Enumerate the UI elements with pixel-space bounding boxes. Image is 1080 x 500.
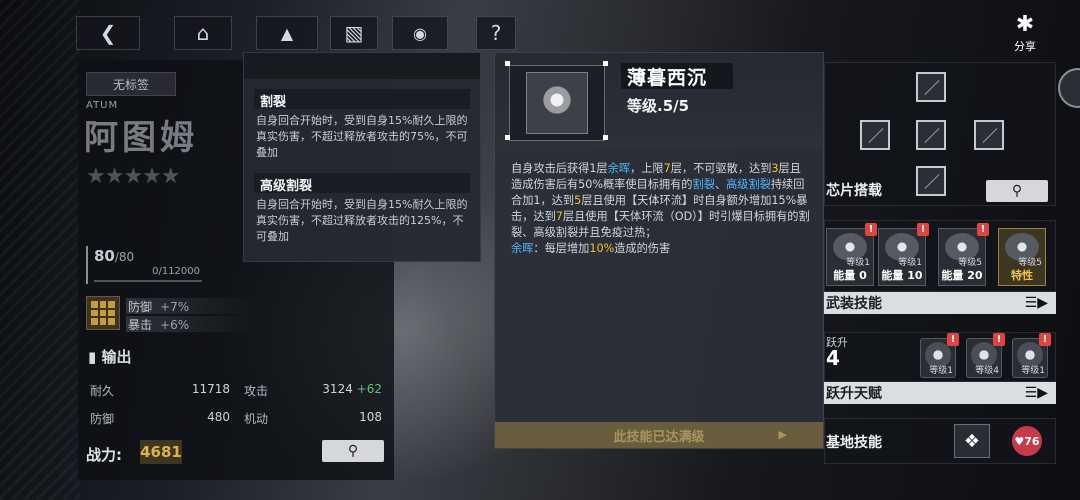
stat-mobility: 机动 108 <box>244 410 382 426</box>
character-name: 阿图姆 <box>84 118 198 158</box>
star-rating: ★★★★★ <box>86 164 181 189</box>
chip-slot[interactable] <box>916 120 946 150</box>
level-max: /80 <box>114 250 135 264</box>
stats-detail-button[interactable]: ⚲ <box>322 440 384 462</box>
talent-2[interactable]: ! 等级4 <box>966 333 1005 378</box>
share-label: 分享 <box>1014 40 1036 53</box>
equip-skill-4[interactable]: 等级5 特性 <box>998 228 1046 286</box>
help-button[interactable]: ? <box>476 16 516 50</box>
list-arrow-icon: ☰▶ <box>1024 385 1048 401</box>
share-icon: ✱ <box>1015 12 1035 37</box>
chip-slot[interactable] <box>916 72 946 102</box>
power-label: 战力: <box>86 446 122 464</box>
xp-bar <box>94 280 202 282</box>
role-output-heading: ▮ 输出 <box>88 348 132 366</box>
list-arrow-icon: ☰▶ <box>1024 295 1048 311</box>
left-edge-decoration <box>0 0 80 500</box>
magnifier-icon: ⚲ <box>1011 183 1023 199</box>
max-level-button[interactable]: 此技能已达满级 ▶ <box>495 422 823 448</box>
level-bar: 80/80 0/112000 <box>86 246 202 284</box>
base-skill-icon[interactable]: ❖ <box>954 424 990 458</box>
frame-corner <box>603 61 608 66</box>
skill-detail-panel: 薄暮西沉 等级.5/5 自身攻击后获得1层余晖，上限7层，不可驱散，达到3层且造… <box>494 52 824 449</box>
buff-crit: 暴击 +6% <box>126 316 256 332</box>
alert-badge: ! <box>917 223 929 236</box>
frame-corner <box>505 61 510 66</box>
chip-set-icon[interactable] <box>86 296 120 330</box>
wardrobe-button[interactable]: ▲ <box>256 16 318 50</box>
book-icon: ▧ <box>344 21 364 45</box>
game-button[interactable]: ◉ <box>392 16 448 50</box>
ascend-number: 4 <box>826 346 840 370</box>
frame-corner <box>505 135 510 140</box>
gamepad-icon: ◉ <box>413 23 427 43</box>
xp-value: 0/112000 <box>152 266 200 277</box>
skill-description: 自身攻击后获得1层余晖，上限7层，不可驱散，达到3层且造成伤害后有50%概率使目… <box>511 162 810 255</box>
talent-1[interactable]: ! 等级1 <box>920 333 959 378</box>
magnifier-icon: ⚲ <box>347 443 359 459</box>
hanger-icon: ▲ <box>280 23 294 43</box>
effect-title-advanced-rupture: 高级割裂 <box>254 173 470 194</box>
alert-badge: ! <box>947 333 959 346</box>
alert-badge: ! <box>993 333 1005 346</box>
chip-slot[interactable] <box>916 166 946 196</box>
archive-button[interactable]: ▧ <box>330 16 378 50</box>
effect-desc-rupture: 自身回合开始时，受到自身15%耐久上限的真实伤害，不超过释放者攻击的75%，不可… <box>256 114 468 159</box>
heart-icon: ♥ <box>1014 434 1025 448</box>
talent-3[interactable]: ! 等级1 <box>1012 333 1051 378</box>
ascend-talent-bar[interactable]: 跃升天赋 ☰▶ <box>824 382 1056 404</box>
skill-name: 薄暮西沉 <box>621 63 733 89</box>
question-icon: ? <box>490 21 502 45</box>
power-value: 4681 <box>140 440 182 464</box>
sunset-emblem-icon <box>526 72 588 134</box>
buff-defense: 防御 +7% <box>126 298 256 314</box>
chevron-left-icon: ❮ <box>99 21 117 45</box>
skill-icon <box>509 65 605 141</box>
alert-badge: ! <box>1039 333 1051 346</box>
stat-attack: 攻击 3124 +62 <box>244 382 382 398</box>
play-arrow-icon: ▶ <box>778 428 787 441</box>
base-skill-label: 基地技能 <box>826 435 882 451</box>
share-button[interactable]: ✱ 分享 <box>1004 12 1046 54</box>
effect-title-rupture: 割裂 <box>254 89 470 110</box>
tooltip-header <box>244 53 480 79</box>
home-icon: ⌂ <box>196 21 210 45</box>
alert-badge: ! <box>977 223 989 236</box>
effect-desc-advanced-rupture: 自身回合开始时，受到自身15%耐久上限的真实伤害，不超过释放者攻击的125%，不… <box>256 198 468 243</box>
affection-badge[interactable]: ♥ 76 <box>1012 426 1042 456</box>
chip-slot[interactable] <box>860 120 890 150</box>
equip-skill-3[interactable]: ! 等级5 能量 20 <box>938 223 989 286</box>
back-button[interactable]: ❮ <box>76 16 140 50</box>
equip-skill-2[interactable]: ! 等级1 能量 10 <box>878 223 929 286</box>
effects-tooltip: 割裂 自身回合开始时，受到自身15%耐久上限的真实伤害，不超过释放者攻击的75%… <box>243 52 481 262</box>
chip-slot[interactable] <box>974 120 1004 150</box>
chips-detail-button[interactable]: ⚲ <box>986 180 1048 202</box>
stat-defense: 防御 480 <box>90 410 230 426</box>
chips-title: 芯片搭载 <box>826 183 882 199</box>
equip-skill-1[interactable]: ! 等级1 能量 0 <box>826 223 877 286</box>
alert-badge: ! <box>865 223 877 236</box>
character-tag: 无标签 <box>86 72 176 96</box>
level-current: 80 <box>94 247 115 265</box>
equip-skill-bar[interactable]: 武装技能 ☰▶ <box>824 292 1056 314</box>
skill-level: 等级.5/5 <box>627 97 690 115</box>
frame-corner <box>603 135 608 140</box>
stat-durability: 耐久 11718 <box>90 382 230 398</box>
home-button[interactable]: ⌂ <box>174 16 232 50</box>
